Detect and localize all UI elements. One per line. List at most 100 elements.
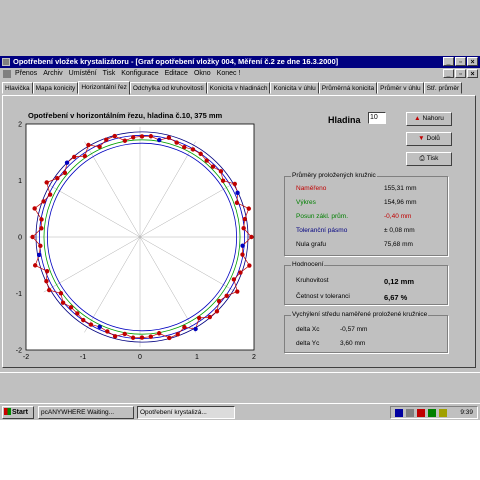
measured-point (218, 169, 224, 174)
tray-sound-icon[interactable] (428, 409, 436, 417)
measured-point (46, 287, 52, 293)
menu-item-konfigurace[interactable]: Konfigurace (121, 68, 158, 80)
printer-icon: ⎙ (419, 155, 425, 162)
child-close-button[interactable]: × (467, 69, 478, 78)
menu-item-tisk[interactable]: Tisk (103, 68, 116, 80)
menu-item-prenos[interactable]: Přenos (15, 68, 37, 80)
measured-point (220, 178, 226, 183)
group-evaluation-title: Hodnocení (291, 261, 325, 268)
minimize-button[interactable]: _ (443, 57, 454, 66)
menu-item-konec[interactable]: Konec ! (217, 68, 241, 80)
tab-konicita-hladinach[interactable]: Konicita v hladinách (206, 82, 271, 94)
down-button-label: Dolů (426, 135, 440, 142)
measured-point (97, 324, 102, 330)
diameter-value-4: 75,68 mm (384, 241, 413, 248)
tab-hlavicka[interactable]: Hlavička (2, 82, 33, 94)
menu-item-archiv[interactable]: Archiv (43, 68, 62, 80)
delta-xc-label: delta Xc (296, 326, 320, 333)
measured-point (36, 252, 42, 258)
tray-monitor-icon[interactable] (406, 409, 414, 417)
measured-point (182, 144, 187, 150)
print-button[interactable]: ⎙ Tisk (406, 152, 452, 166)
measured-point (30, 234, 35, 240)
diameter-value-1: 154,96 mm (384, 199, 417, 206)
measured-point (32, 206, 37, 211)
kruhovitost-value: 0,12 mm (384, 277, 415, 286)
tray-schedule-icon[interactable] (439, 409, 447, 417)
measured-point (44, 180, 49, 185)
measured-point (235, 289, 240, 294)
diameter-label-3: Toleranční pásmo (296, 227, 348, 234)
y-tick-label: 2 (18, 122, 22, 129)
measured-point (198, 151, 203, 157)
menu-item-okno[interactable]: Okno (194, 68, 211, 80)
measured-point (240, 252, 245, 257)
arrow-down-icon: ▼ (418, 135, 425, 142)
task-pcanywhere[interactable]: pcANYWHERE Waiting... (38, 406, 134, 419)
measured-point (234, 200, 240, 205)
diameter-value-0: 155,31 mm (384, 185, 417, 192)
cetnost-label: Četnost v toleranci (296, 293, 350, 300)
measured-point (82, 153, 88, 159)
measured-point (231, 277, 237, 282)
desktop-screen: Opotřebení vložek krystalizátoru - [Graf… (0, 0, 480, 420)
measured-point (112, 133, 117, 139)
measured-point (204, 158, 209, 163)
measured-point (88, 322, 94, 327)
tab-prumer-uhlu[interactable]: Průměr v úhlu (377, 82, 424, 94)
tray-network-icon[interactable] (417, 409, 425, 417)
window-titlebar[interactable]: Opotřebení vložek krystalizátoru - [Graf… (0, 56, 480, 68)
measured-point (216, 298, 222, 304)
measured-point (64, 160, 70, 165)
maximize-button[interactable]: ▫ (455, 57, 466, 66)
menu-item-editace[interactable]: Editace (165, 68, 188, 80)
tab-horizontalni-rez[interactable]: Horizontální řez (78, 81, 130, 95)
measured-point (68, 305, 74, 310)
measured-point (232, 181, 238, 187)
measured-point (148, 134, 154, 139)
measured-point (238, 270, 243, 275)
measured-point (58, 291, 64, 296)
tab-prumerna-konicita[interactable]: Průměrná konicita (318, 82, 378, 94)
measured-point (32, 263, 38, 268)
tab-odchylka[interactable]: Odchylka od kruhovitosti (129, 82, 207, 94)
y-tick-label: 0 (18, 235, 22, 242)
menu-item-umisteni[interactable]: Umístění (69, 68, 97, 80)
tray-app-icon[interactable] (395, 409, 403, 417)
arrow-up-icon: ▲ (414, 115, 421, 122)
down-button[interactable]: ▼ Dolů (406, 132, 452, 146)
diameter-label-0: Naměřeno (296, 185, 327, 192)
tab-str-prumer[interactable]: Stř. průměr (423, 82, 463, 94)
measured-point (246, 206, 252, 211)
child-minimize-button[interactable]: _ (443, 69, 454, 78)
clock: 9:39 (460, 409, 473, 416)
measured-point (157, 137, 162, 143)
measured-point (62, 170, 68, 176)
tab-strip: Hlavička Mapa konicity Horizontální řez … (2, 81, 463, 95)
measured-point (156, 331, 162, 336)
tab-konicita-uhlu[interactable]: Konicita v úhlu (270, 82, 319, 94)
delta-yc-label: delta Yc (296, 340, 320, 347)
measured-point (72, 154, 77, 160)
task-pcanywhere-label: pcANYWHERE Waiting... (41, 409, 115, 416)
measured-point (174, 140, 179, 145)
delta-yc-value: 3,60 mm (340, 340, 366, 347)
x-tick-label: -1 (80, 354, 86, 361)
close-button[interactable]: × (467, 57, 478, 66)
x-tick-label: 2 (252, 354, 256, 361)
measured-point (97, 144, 102, 150)
up-button[interactable]: ▲ Nahoru (406, 112, 452, 126)
hladina-input[interactable]: 10 (368, 112, 386, 124)
measured-point (210, 164, 216, 169)
measured-point (47, 192, 53, 197)
measured-point (224, 293, 229, 298)
task-opotrebeni[interactable]: Opotřebení krystalizá... (137, 406, 235, 419)
measured-point (207, 314, 212, 320)
y-tick-label: 1 (18, 178, 22, 185)
child-restore-button[interactable]: ▫ (455, 69, 466, 78)
tab-mapa-konicity[interactable]: Mapa konicity (32, 82, 79, 94)
wear-plot: -2 -1 0 1 2 2 1 0 -1 -2 (16, 122, 256, 362)
measured-point (182, 324, 187, 330)
app-icon (2, 58, 10, 66)
start-button[interactable]: Start (2, 406, 34, 419)
